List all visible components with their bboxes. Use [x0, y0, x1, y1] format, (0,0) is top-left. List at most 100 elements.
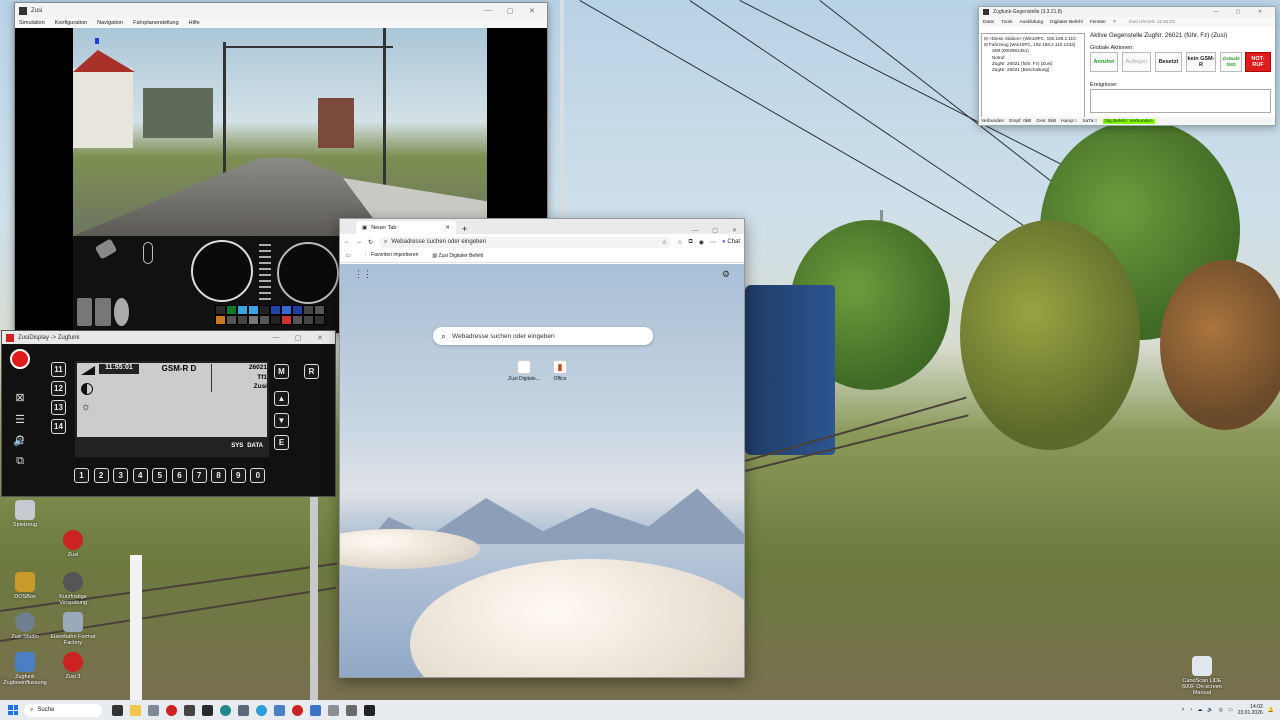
speaker-off-icon[interactable]: ⊠: [11, 391, 29, 407]
maximize-icon[interactable]: ▢: [705, 227, 725, 234]
key-8[interactable]: 8: [211, 468, 227, 483]
back-icon[interactable]: ←: [344, 239, 350, 245]
desktop-icon[interactable]: Zusi: [50, 530, 96, 558]
connection-tree[interactable]: ⊟ <Diese Station> (Win10PC, 192.168.2.11…: [981, 33, 1085, 123]
besetzt-button[interactable]: Besetzt: [1155, 52, 1182, 72]
display-icon[interactable]: ⧉: [11, 455, 29, 471]
menu-ausbildung[interactable]: Ausbildung: [1019, 20, 1043, 25]
key-4[interactable]: 4: [132, 468, 148, 483]
volume-icon[interactable]: 🔈: [11, 434, 29, 450]
minimize-icon[interactable]: —: [477, 7, 499, 14]
favorite-import[interactable]: 🗀 Favoriten importieren: [365, 252, 419, 260]
maximize-icon[interactable]: ▢: [287, 334, 309, 342]
sidebar-icon[interactable]: ▭: [346, 253, 351, 259]
app-icon[interactable]: [310, 704, 321, 716]
network-icon[interactable]: ◔: [1189, 707, 1192, 713]
app-icon[interactable]: [346, 704, 357, 716]
apps-grid-icon[interactable]: ⋮⋮: [354, 269, 372, 280]
key-6[interactable]: 6: [171, 468, 187, 483]
maximize-icon[interactable]: ▢: [499, 7, 521, 15]
address-bar[interactable]: ⌕ Webadresse suchen oder eingeben ☆: [379, 236, 672, 248]
copilot-chat-button[interactable]: ● Chat: [722, 239, 740, 245]
minimize-icon[interactable]: —: [1205, 9, 1227, 15]
key-12[interactable]: 12: [51, 381, 66, 396]
control-button[interactable]: [113, 298, 129, 326]
menu-hilfe[interactable]: Hilfe: [189, 20, 200, 26]
menu-digitaler-befehl[interactable]: Digitaler Befehl: [1050, 20, 1083, 25]
new-tab-icon[interactable]: +: [456, 224, 473, 234]
key-e[interactable]: E: [274, 435, 289, 450]
zusi-icon[interactable]: [166, 704, 177, 716]
desktop-icon[interactable]: Zusi Studio: [2, 612, 48, 640]
menu-datei[interactable]: Datei: [983, 20, 994, 25]
menu-navigation[interactable]: Navigation: [97, 20, 123, 26]
menu-fenster[interactable]: Fenster: [1090, 20, 1106, 25]
desktop-icon[interactable]: DOSBox: [2, 572, 48, 600]
app-icon[interactable]: [238, 704, 249, 716]
minimize-icon[interactable]: —: [685, 228, 705, 234]
extensions-icon[interactable]: ⧉: [688, 239, 692, 246]
file-explorer-icon[interactable]: [130, 704, 141, 716]
events-log[interactable]: [1090, 89, 1271, 113]
shortcut-zusi[interactable]: Zusi Digitale...: [504, 360, 544, 382]
app-icon[interactable]: [274, 704, 285, 716]
gegenstelle-window[interactable]: Zugfunk-Gegenstelle (3.3.21.8) — ▢ ✕ Dat…: [978, 6, 1276, 126]
app-icon[interactable]: [184, 704, 195, 716]
desktop-icon[interactable]: Zugfunk Zugbeeinflussung: [2, 652, 48, 686]
favorite-zusi[interactable]: ▧ Zusi Digitaler Befehl: [432, 253, 483, 259]
zusi-icon[interactable]: [292, 704, 303, 716]
arrow-up-icon[interactable]: ▲: [274, 391, 289, 406]
menu-tools[interactable]: Tools: [1001, 20, 1012, 25]
notification-icon[interactable]: 🔔: [1268, 707, 1274, 713]
task-view-icon[interactable]: [112, 704, 123, 716]
profile-icon[interactable]: ◉: [699, 239, 704, 246]
kein-gsmr-button[interactable]: kein GSM-R: [1186, 52, 1216, 72]
close-icon[interactable]: ✕: [725, 227, 744, 234]
key-3[interactable]: 3: [113, 468, 129, 483]
lever[interactable]: [94, 238, 118, 260]
app-icon[interactable]: [328, 704, 339, 716]
app-icon[interactable]: [220, 704, 231, 716]
key-1[interactable]: 1: [74, 468, 89, 483]
app-icon[interactable]: [202, 704, 213, 716]
more-icon[interactable]: ⋯: [710, 239, 716, 246]
key-7[interactable]: 7: [191, 468, 207, 483]
onedrive-icon[interactable]: ☁: [1197, 707, 1202, 713]
key-9[interactable]: 9: [230, 468, 246, 483]
anrufen-button[interactable]: Anrufen: [1090, 52, 1118, 72]
key-m[interactable]: M: [274, 364, 289, 379]
menu-simulation[interactable]: Simulation: [19, 20, 45, 26]
desktop-icon[interactable]: Zusi 3: [50, 652, 96, 680]
browser-window[interactable]: ▣ Neuer Tab ✕ + — ▢ ✕ ← → ↻ ⌕ Webadresse…: [339, 218, 745, 678]
notruf-button[interactable]: [10, 349, 30, 369]
key-14[interactable]: 14: [51, 419, 66, 434]
favorite-star-icon[interactable]: ☆: [662, 239, 671, 246]
gegenstelle-taskbar-icon[interactable]: [364, 704, 375, 716]
close-icon[interactable]: ✕: [1249, 9, 1271, 15]
key-5[interactable]: 5: [152, 468, 168, 483]
close-icon[interactable]: ✕: [309, 334, 331, 342]
key-11[interactable]: 11: [51, 362, 66, 377]
desktop-icon[interactable]: Kurzfristige Verspätung: [50, 572, 96, 606]
desktop-icon[interactable]: Spielzeug: [2, 500, 48, 528]
favorites-icon[interactable]: ☆: [677, 239, 682, 246]
zugfunk-window[interactable]: ZusiDisplay -> Zugfunk — ▢ ✕ ⊠ ☰ ⚙ 🔈 ⧉ 1…: [1, 330, 336, 497]
menu-fahrplanerstellung[interactable]: Fahrplanerstellung: [133, 20, 179, 26]
zielwahl-sms-button[interactable]: Zielwahl SMS: [1220, 52, 1242, 72]
menu-help[interactable]: ?: [1113, 20, 1116, 25]
menu-konfiguration[interactable]: Konfiguration: [55, 20, 87, 26]
refresh-icon[interactable]: ↻: [368, 239, 373, 246]
search-box[interactable]: ⌕ Webadresse suchen oder eingeben: [433, 327, 653, 345]
desktop-icon[interactable]: Eisenbahn Format Factory: [50, 612, 96, 646]
minimize-icon[interactable]: —: [265, 334, 287, 341]
battery-icon[interactable]: ▭: [1228, 707, 1233, 713]
close-icon[interactable]: ✕: [521, 7, 543, 15]
key-0[interactable]: 0: [250, 468, 266, 483]
list-icon[interactable]: ☰: [11, 413, 29, 429]
edge-icon[interactable]: [256, 704, 267, 716]
switch[interactable]: [143, 242, 153, 264]
tree-item[interactable]: ZugNr. 26021 (Beschaltung): [984, 67, 1082, 73]
key-13[interactable]: 13: [51, 400, 66, 415]
maximize-icon[interactable]: ▢: [1227, 9, 1249, 15]
volume-icon[interactable]: 🔈: [1207, 707, 1213, 713]
